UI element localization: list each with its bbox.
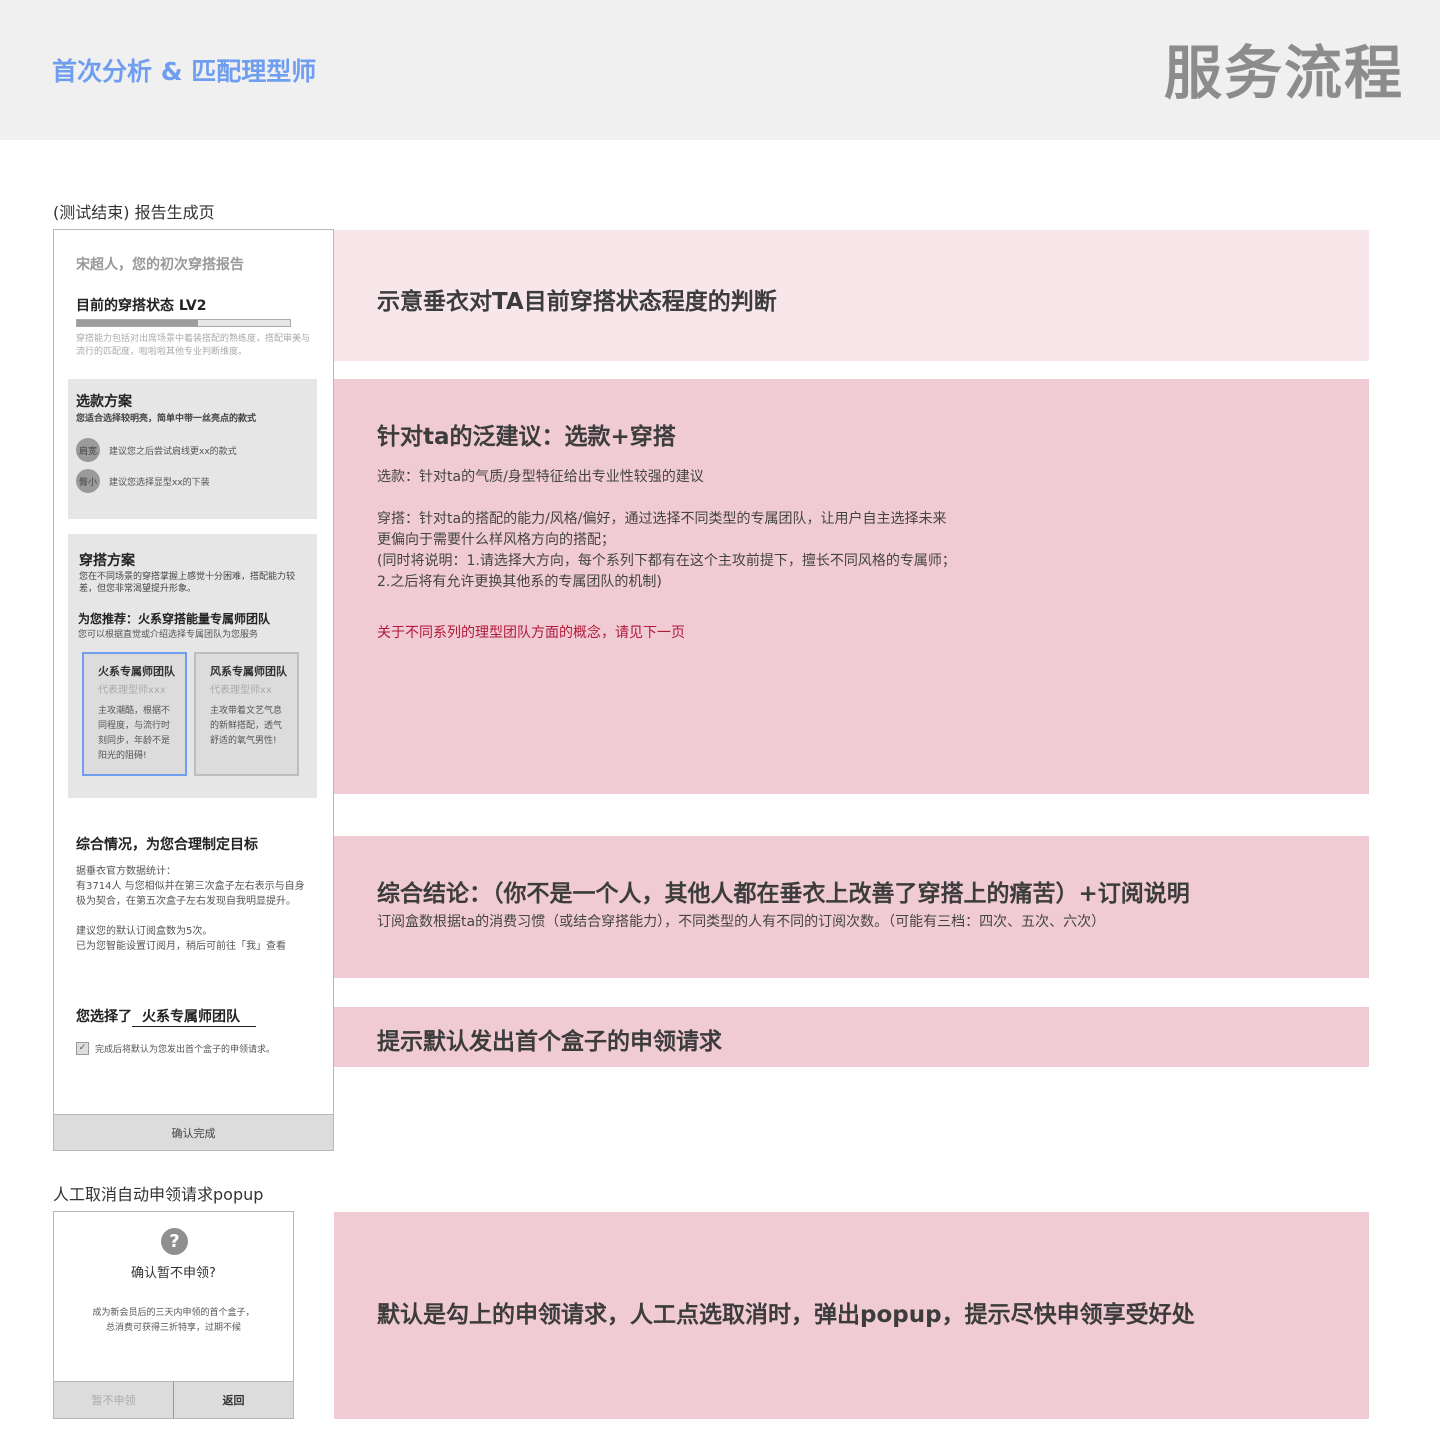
note-title: 默认是勾上的申领请求，人工点选取消时，弹出popup，提示尽快申领享受好处	[377, 1302, 1195, 1328]
style-tip-row: 肩宽 建议您之后尝试肩线更xx的款式	[76, 438, 237, 462]
popup-section-label: 人工取消自动申领请求popup	[53, 1185, 264, 1204]
confirm-button[interactable]: 确认完成	[54, 1114, 333, 1150]
team-description: 主攻带着文艺气息的新鲜搭配，透气舒适的氧气男性!	[210, 706, 283, 746]
page-header: 首次分析 & 匹配理型师 服务流程	[0, 0, 1440, 140]
team-name: 风系专属师团队	[210, 665, 287, 678]
style-tip-text: 建议您选择显型xx的下装	[109, 477, 210, 488]
summary-title: 综合情况，为您合理制定目标	[76, 837, 258, 853]
summary-text: 据垂衣官方数据统计： 有3714人 与您相似并在第三次盒子左右表示与自身极为契合…	[76, 866, 305, 952]
team-stylist: 代表理型师xx	[210, 685, 272, 696]
note-title: 提示默认发出首个盒子的申领请求	[377, 1029, 722, 1055]
recommend-subtitle: 您可以根据直觉或介绍选择专属团队为您服务	[78, 630, 259, 640]
recommend-title: 为您推荐：火系穿搭能量专属师团队	[78, 612, 271, 626]
note-red-hint: 关于不同系列的理型团队方面的概念，请见下一页	[377, 625, 685, 641]
header-title: 服务流程	[1163, 39, 1404, 107]
note-summary: 综合结论：（你不是一个人，其他人都在垂衣上改善了穿搭上的痛苦）+订阅说明 订阅盒…	[334, 836, 1369, 978]
note-title: 综合结论：（你不是一个人，其他人都在垂衣上改善了穿搭上的痛苦）+订阅说明	[377, 881, 1190, 907]
report-section-label: (测试结束) 报告生成页	[53, 203, 215, 222]
outfit-plan-subtitle: 您在不同场景的穿搭掌握上感觉十分困难，搭配能力较差，但您非常渴望提升形象。	[79, 572, 296, 594]
note-status-judgement: 示意垂衣对TA目前穿搭状态程度的判断	[334, 230, 1369, 361]
popup-title: 确认暂不申领?	[131, 1266, 216, 1281]
team-card-wind[interactable]: 风系专属师团队 代表理型师xx 主攻带着文艺气息的新鲜搭配，透气舒适的氧气男性!	[194, 652, 299, 776]
team-stylist: 代表理型师xxx	[98, 685, 166, 696]
report-phone-mockup: 宋超人，您的初次穿搭报告 目前的穿搭状态 LV2 穿搭能力包括对出席场景中着装搭…	[53, 229, 334, 1151]
outfit-plan-card: 穿搭方案 您在不同场景的穿搭掌握上感觉十分困难，搭配能力较差，但您非常渴望提升形…	[68, 534, 317, 798]
team-card-fire[interactable]: 火系专属师团队 代表理型师xxx 主攻潮酷，根据不同程度，与流行时刻同步，年龄不…	[82, 652, 187, 776]
popup-body: 成为新会员后的三天内申领的首个盒子， 总消费可获得三折特享，过期不候	[92, 1308, 255, 1333]
chosen-team: 您选择了 火系专属师团队	[76, 1006, 256, 1027]
team-description: 主攻潮酷，根据不同程度，与流行时刻同步，年龄不是阳光的阻碍!	[98, 706, 171, 761]
status-title: 目前的穿搭状态 LV2	[76, 298, 207, 314]
outfit-plan-title: 穿搭方案	[79, 553, 135, 569]
back-button[interactable]: 返回	[174, 1382, 293, 1418]
decline-claim-button[interactable]: 暂不申领	[54, 1382, 174, 1418]
style-plan-title: 选款方案	[76, 394, 132, 410]
status-description: 穿搭能力包括对出席场景中着装搭配的熟练度，搭配审美与流行的匹配度，啦啦啦其他专业…	[76, 334, 311, 357]
note-outfit-text: 穿搭：针对ta的搭配的能力/风格/偏好，通过选择不同类型的专属团队，让用户自主选…	[377, 511, 956, 590]
chosen-team-prefix: 您选择了	[76, 1009, 132, 1025]
note-general-advice: 针对ta的泛建议：选款+穿搭 选款：针对ta的气质/身型特征给出专业性较强的建议…	[334, 379, 1369, 794]
style-tip-tag: 肩宽	[76, 438, 100, 462]
auto-claim-option[interactable]: ✓ 完成后将默认为您发出首个盒子的申领请求。	[76, 1042, 275, 1055]
note-style-text: 选款：针对ta的气质/身型特征给出专业性较强的建议	[377, 469, 704, 485]
style-tip-row: 臀小 建议您选择显型xx的下装	[76, 469, 210, 493]
style-tip-text: 建议您之后尝试肩线更xx的款式	[109, 446, 237, 457]
chosen-team-name: 火系专属师团队	[132, 1006, 256, 1027]
style-tip-tag: 臀小	[76, 469, 100, 493]
note-title: 示意垂衣对TA目前穿搭状态程度的判断	[377, 289, 777, 315]
note-subscription-text: 订阅盒数根据ta的消费习惯（或结合穿搭能力），不同类型的人有不同的订阅次数。（可…	[377, 914, 1106, 930]
note-default-claim: 提示默认发出首个盒子的申领请求	[334, 1007, 1369, 1067]
question-icon: ?	[161, 1228, 188, 1255]
popup-button-row: 暂不申领 返回	[54, 1381, 293, 1418]
note-title: 针对ta的泛建议：选款+穿搭	[377, 424, 676, 450]
status-progress-bar	[76, 319, 291, 327]
auto-claim-label: 完成后将默认为您发出首个盒子的申领请求。	[95, 1045, 276, 1055]
auto-claim-checkbox[interactable]: ✓	[76, 1042, 89, 1055]
note-popup-explain: 默认是勾上的申领请求，人工点选取消时，弹出popup，提示尽快申领享受好处	[334, 1212, 1369, 1419]
style-plan-card: 选款方案 您适合选择较明亮，简单中带一丝亮点的款式 肩宽 建议您之后尝试肩线更x…	[68, 379, 317, 519]
style-plan-subtitle: 您适合选择较明亮，简单中带一丝亮点的款式	[76, 414, 257, 424]
team-name: 火系专属师团队	[98, 665, 175, 678]
cancel-claim-popup: ? 确认暂不申领? 成为新会员后的三天内申领的首个盒子， 总消费可获得三折特享，…	[53, 1211, 294, 1419]
header-subtitle: 首次分析 & 匹配理型师	[52, 57, 317, 86]
report-greeting: 宋超人，您的初次穿搭报告	[76, 257, 244, 273]
status-progress-fill	[77, 320, 199, 326]
